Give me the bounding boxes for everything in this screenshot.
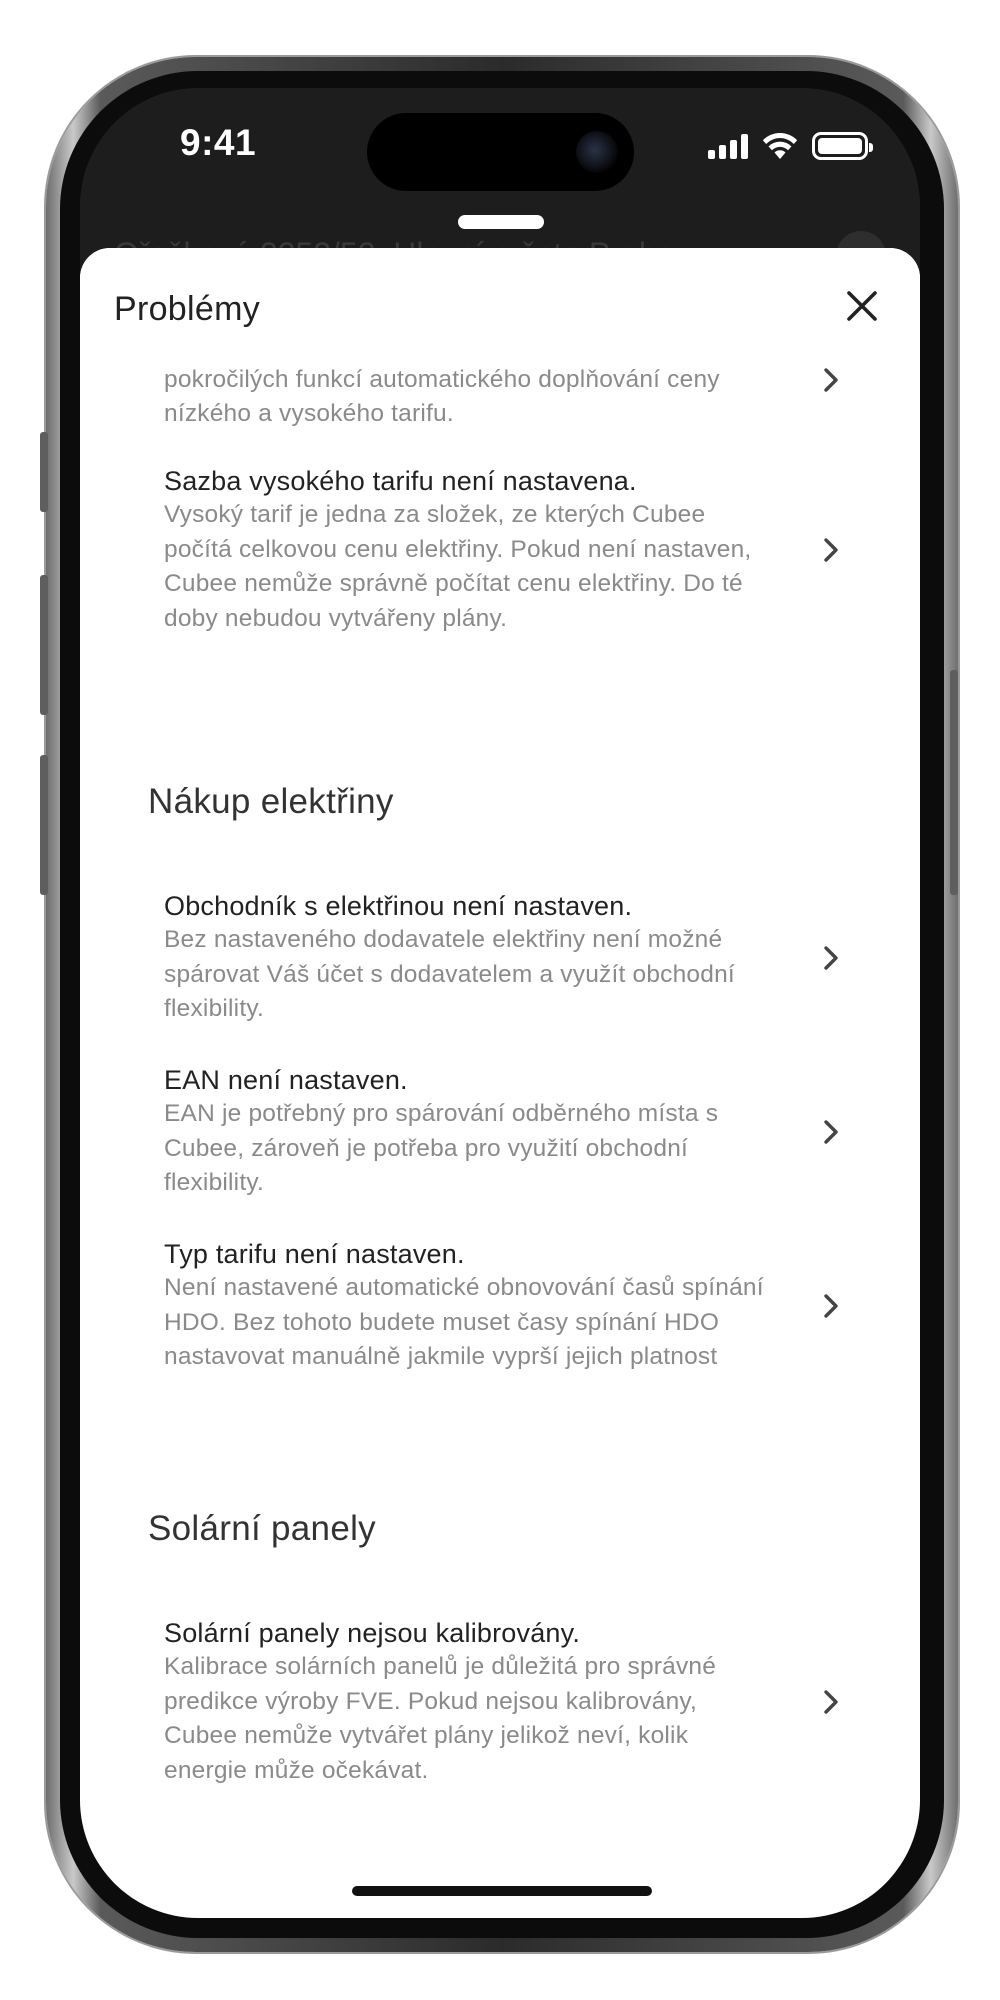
- screen: 9:41 Ořešková 2252/52, Hlavní město Prah…: [80, 88, 920, 1918]
- section-title-solar-panels: Solární panely: [148, 1509, 376, 1548]
- problem-description: Není nastavené automatické obnovování ča…: [164, 1274, 764, 1370]
- problem-title: Solární panely nejsou kalibrovány.: [164, 1618, 581, 1648]
- chevron-right-icon: [824, 1690, 838, 1714]
- dynamic-island: [367, 113, 634, 191]
- sheet-header: Problémy: [80, 248, 920, 358]
- sheet-grabber[interactable]: [458, 215, 544, 229]
- chevron-right-icon: [824, 1120, 838, 1144]
- problem-item[interactable]: EAN není nastaven. EAN je potřebný pro s…: [164, 1063, 864, 1201]
- close-icon[interactable]: [844, 288, 880, 324]
- problem-description: Bez nastavené distribuční sazby není mož…: [164, 365, 720, 428]
- problem-title: Typ tarifu není nastaven.: [164, 1239, 465, 1269]
- problems-sheet: Problémy Bez nastavené distribuční sazby…: [80, 248, 920, 1918]
- problem-title: Sazba vysokého tarifu není nastavena.: [164, 466, 637, 496]
- chevron-right-icon: [824, 1294, 838, 1318]
- problem-description: Kalibrace solárních panelů je důležitá p…: [164, 1653, 717, 1784]
- chevron-right-icon: [824, 368, 838, 392]
- status-time: 9:41: [180, 122, 257, 163]
- section-title-electricity-purchase: Nákup elektřiny: [148, 782, 394, 821]
- problem-item[interactable]: Obchodník s elektřinou není nastaven. Be…: [164, 889, 864, 1027]
- problem-title: EAN není nastaven.: [164, 1065, 408, 1095]
- chevron-right-icon: [824, 946, 838, 970]
- sheet-title: Problémy: [114, 290, 261, 328]
- problem-description: Vysoký tarif je jedna za složek, ze kter…: [164, 501, 752, 632]
- volume-down-button: [40, 755, 48, 895]
- volume-up-button: [40, 575, 48, 715]
- problem-item[interactable]: Solární panely nejsou kalibrovány. Kalib…: [164, 1616, 864, 1788]
- front-camera: [576, 131, 618, 173]
- problem-item[interactable]: Typ tarifu není nastaven. Není nastavené…: [164, 1237, 864, 1375]
- power-button: [950, 670, 958, 895]
- wifi-icon: [762, 132, 798, 159]
- home-indicator[interactable]: [352, 1886, 652, 1896]
- action-button: [40, 432, 48, 512]
- problem-description: EAN je potřebný pro spárování odběrného …: [164, 1100, 719, 1196]
- problems-list[interactable]: Bez nastavené distribuční sazby není mož…: [80, 358, 920, 1918]
- status-icons: [708, 132, 873, 160]
- battery-icon: [812, 132, 873, 160]
- problem-item[interactable]: Sazba vysokého tarifu není nastavena. Vy…: [164, 464, 864, 636]
- cellular-signal-icon: [708, 133, 748, 159]
- chevron-right-icon: [824, 538, 838, 562]
- problem-title: Obchodník s elektřinou není nastaven.: [164, 891, 633, 921]
- problem-item[interactable]: Bez nastavené distribuční sazby není mož…: [164, 358, 864, 432]
- problem-description: Bez nastaveného dodavatele elektřiny nen…: [164, 926, 735, 1022]
